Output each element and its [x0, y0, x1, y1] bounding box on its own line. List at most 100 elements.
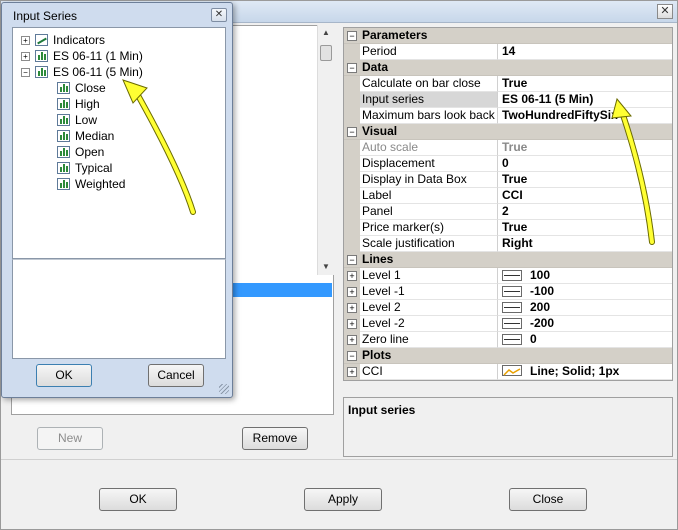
collapse-icon[interactable]: −: [347, 351, 357, 361]
property-row-period[interactable]: Period 14: [344, 44, 672, 60]
property-value[interactable]: Right: [498, 236, 672, 252]
popup-ok-button[interactable]: OK: [36, 364, 92, 387]
collapse-icon[interactable]: −: [21, 67, 30, 77]
tree-node-label: ES 06-11 (1 Min): [53, 49, 143, 63]
bar-series-icon: [57, 162, 70, 174]
property-grid: − Parameters Period 14 − Data Calculate …: [343, 27, 673, 381]
property-value[interactable]: ES 06-11 (5 Min): [498, 92, 672, 108]
expand-icon[interactable]: +: [347, 271, 357, 281]
remove-button[interactable]: Remove: [242, 427, 308, 450]
collapse-icon[interactable]: −: [347, 63, 357, 73]
property-row-zero-line[interactable]: + Zero line 0: [344, 332, 672, 348]
property-row-label[interactable]: Label CCI: [344, 188, 672, 204]
property-row-level-1[interactable]: + Level 1 100: [344, 268, 672, 284]
new-button[interactable]: New: [37, 427, 103, 450]
scroll-up-arrow-icon[interactable]: ▲: [318, 25, 334, 41]
property-row-panel[interactable]: Panel 2: [344, 204, 672, 220]
property-name: Level -1: [360, 284, 498, 300]
expand-icon[interactable]: +: [347, 367, 357, 377]
row-gutter: [344, 92, 360, 108]
property-name: CCI: [360, 364, 498, 380]
property-name: Input series: [360, 92, 498, 108]
property-name: Period: [360, 44, 498, 60]
tree-node-label: Close: [75, 81, 106, 95]
tree-node-open[interactable]: Open: [57, 144, 104, 160]
close-button[interactable]: Close: [509, 488, 587, 511]
expand-icon[interactable]: +: [347, 303, 357, 313]
category-visual[interactable]: − Visual: [344, 124, 672, 140]
property-row-level-2[interactable]: + Level 2 200: [344, 300, 672, 316]
property-value[interactable]: Line; Solid; 1px: [498, 364, 672, 380]
property-value[interactable]: True: [498, 140, 672, 156]
property-name: Label: [360, 188, 498, 204]
property-value[interactable]: 2: [498, 204, 672, 220]
property-value[interactable]: CCI: [498, 188, 672, 204]
indicator-list-scrollbar[interactable]: ▲ ▼: [317, 25, 334, 275]
expand-icon[interactable]: +: [21, 35, 30, 45]
property-value[interactable]: True: [498, 76, 672, 92]
line-style-swatch-icon: [502, 286, 522, 297]
category-data[interactable]: − Data: [344, 60, 672, 76]
category-plots[interactable]: − Plots: [344, 348, 672, 364]
property-name: Display in Data Box: [360, 172, 498, 188]
tree-node-es-5min[interactable]: − ES 06-11 (5 Min): [21, 64, 143, 80]
tree-node-high[interactable]: High: [57, 96, 100, 112]
row-gutter: [344, 236, 360, 252]
scroll-down-arrow-icon[interactable]: ▼: [318, 259, 334, 275]
tree-node-typical[interactable]: Typical: [57, 160, 112, 176]
expand-icon[interactable]: +: [347, 335, 357, 345]
popup-close-button[interactable]: ✕: [211, 8, 227, 22]
tree-node-weighted[interactable]: Weighted: [57, 176, 125, 192]
category-parameters[interactable]: − Parameters: [344, 28, 672, 44]
expand-icon[interactable]: +: [21, 51, 30, 61]
apply-button[interactable]: Apply: [304, 488, 382, 511]
property-row-input-series[interactable]: Input series ES 06-11 (5 Min): [344, 92, 672, 108]
tree-node-indicators[interactable]: + Indicators: [21, 32, 105, 48]
property-value[interactable]: 0: [498, 156, 672, 172]
property-value[interactable]: 0: [498, 332, 672, 348]
property-description-title: Input series: [348, 403, 416, 417]
property-name: Level 1: [360, 268, 498, 284]
property-row-level-minus-1[interactable]: + Level -1 -100: [344, 284, 672, 300]
expand-icon[interactable]: +: [347, 319, 357, 329]
property-row-auto-scale[interactable]: Auto scale True: [344, 140, 672, 156]
tree-node-label: Median: [75, 129, 115, 143]
tree-node-median[interactable]: Median: [57, 128, 114, 144]
property-value[interactable]: 14: [498, 44, 672, 60]
collapse-icon[interactable]: −: [347, 31, 357, 41]
ok-button[interactable]: OK: [99, 488, 177, 511]
tree-node-label: Typical: [75, 161, 113, 175]
bar-series-icon: [57, 146, 70, 158]
property-value[interactable]: 100: [498, 268, 672, 284]
property-value[interactable]: True: [498, 172, 672, 188]
dialog-close-button[interactable]: ✕: [657, 4, 673, 19]
collapse-icon[interactable]: −: [347, 255, 357, 265]
property-value[interactable]: TwoHundredFiftySix: [498, 108, 672, 124]
resize-grip-icon[interactable]: [219, 384, 229, 394]
property-value[interactable]: 200: [498, 300, 672, 316]
category-lines[interactable]: − Lines: [344, 252, 672, 268]
property-row-scale-justification[interactable]: Scale justification Right: [344, 236, 672, 252]
tree-node-close[interactable]: Close: [57, 80, 106, 96]
property-row-level-minus-2[interactable]: + Level -2 -200: [344, 316, 672, 332]
bar-series-icon: [35, 66, 48, 78]
property-name: Zero line: [360, 332, 498, 348]
tree-node-label: ES 06-11 (5 Min): [53, 65, 143, 79]
property-row-calculate-on-bar-close[interactable]: Calculate on bar close True: [344, 76, 672, 92]
tree-node-low[interactable]: Low: [57, 112, 97, 128]
property-name: Maximum bars look back: [360, 108, 498, 124]
property-row-plot-cci[interactable]: + CCI Line; Solid; 1px: [344, 364, 672, 380]
scroll-thumb[interactable]: [320, 45, 332, 61]
property-row-maximum-bars-look-back[interactable]: Maximum bars look back TwoHundredFiftySi…: [344, 108, 672, 124]
property-row-displacement[interactable]: Displacement 0: [344, 156, 672, 172]
property-value[interactable]: True: [498, 220, 672, 236]
popup-cancel-button[interactable]: Cancel: [148, 364, 204, 387]
property-value[interactable]: -200: [498, 316, 672, 332]
collapse-icon[interactable]: −: [347, 127, 357, 137]
category-label: Lines: [362, 252, 394, 266]
expand-icon[interactable]: +: [347, 287, 357, 297]
property-row-display-in-data-box[interactable]: Display in Data Box True: [344, 172, 672, 188]
property-value[interactable]: -100: [498, 284, 672, 300]
property-row-price-markers[interactable]: Price marker(s) True: [344, 220, 672, 236]
tree-node-es-1min[interactable]: + ES 06-11 (1 Min): [21, 48, 143, 64]
